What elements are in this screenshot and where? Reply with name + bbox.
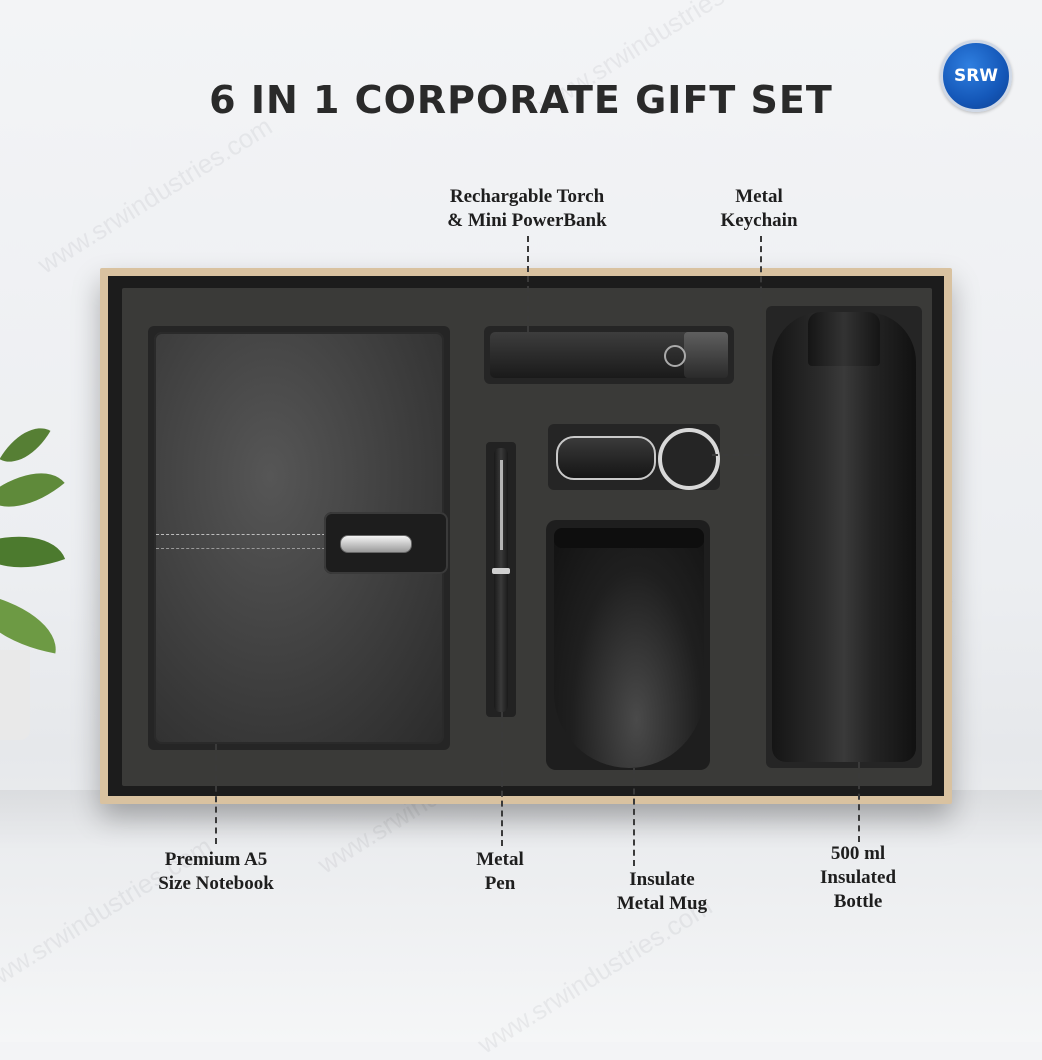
keychain-ring	[658, 428, 720, 490]
torch-leader	[527, 236, 529, 332]
label-mug: Insulate Metal Mug	[590, 868, 734, 916]
plant-leaf	[0, 415, 51, 475]
label-keychain-line1: Metal	[735, 186, 783, 207]
plant-leaf	[0, 592, 64, 654]
label-pen-line1: Metal	[476, 849, 524, 870]
label-pen: Metal Pen	[460, 848, 540, 896]
label-bottle-line2: Insulated	[819, 867, 897, 888]
keychain-leader	[712, 454, 760, 456]
watermark: www.srwindustries.com	[472, 890, 718, 1060]
label-bottle: 500 ml Insulated Bottle	[800, 842, 916, 914]
label-mug-line1: Insulate	[629, 869, 695, 890]
label-torch-line2: & Mini PowerBank	[447, 210, 607, 231]
label-notebook-line2: Size Notebook	[158, 873, 274, 894]
label-torch-line1: Rechargable Torch	[449, 186, 605, 207]
keychain-leader	[760, 236, 762, 454]
notebook-clasp	[340, 535, 412, 553]
plant-leaf	[0, 452, 65, 528]
notebook-leader	[215, 744, 217, 844]
label-pen-line2: Pen	[484, 873, 516, 894]
label-keychain-line2: Keychain	[720, 210, 798, 231]
label-notebook: Premium A5 Size Notebook	[140, 848, 292, 896]
pen-ring	[492, 568, 510, 574]
pen-clip	[500, 460, 503, 550]
torch-button-icon	[664, 345, 686, 367]
mug-leader	[633, 768, 635, 866]
label-keychain: Metal Keychain	[700, 185, 818, 233]
page-title: 6 IN 1 CORPORATE GIFT SET	[209, 78, 833, 122]
keychain-image	[556, 436, 656, 480]
bottle-image	[772, 312, 916, 762]
label-notebook-line1: Premium A5	[164, 849, 268, 870]
plant-leaf	[0, 517, 66, 587]
watermark: www.srwindustries.com	[32, 110, 278, 280]
mug-rim	[554, 528, 704, 548]
mug-image	[554, 528, 704, 768]
bottle-cap	[808, 312, 880, 366]
pen-leader	[501, 712, 503, 846]
label-bottle-line3: Bottle	[833, 891, 883, 912]
torch-cap	[684, 332, 728, 378]
brand-logo: SRW	[940, 40, 1012, 112]
label-mug-line2: Metal Mug	[616, 893, 708, 914]
label-torch: Rechargable Torch & Mini PowerBank	[420, 185, 634, 233]
plant-pot	[0, 650, 30, 740]
label-bottle-line1: 500 ml	[830, 843, 886, 864]
bottle-leader	[858, 762, 860, 842]
